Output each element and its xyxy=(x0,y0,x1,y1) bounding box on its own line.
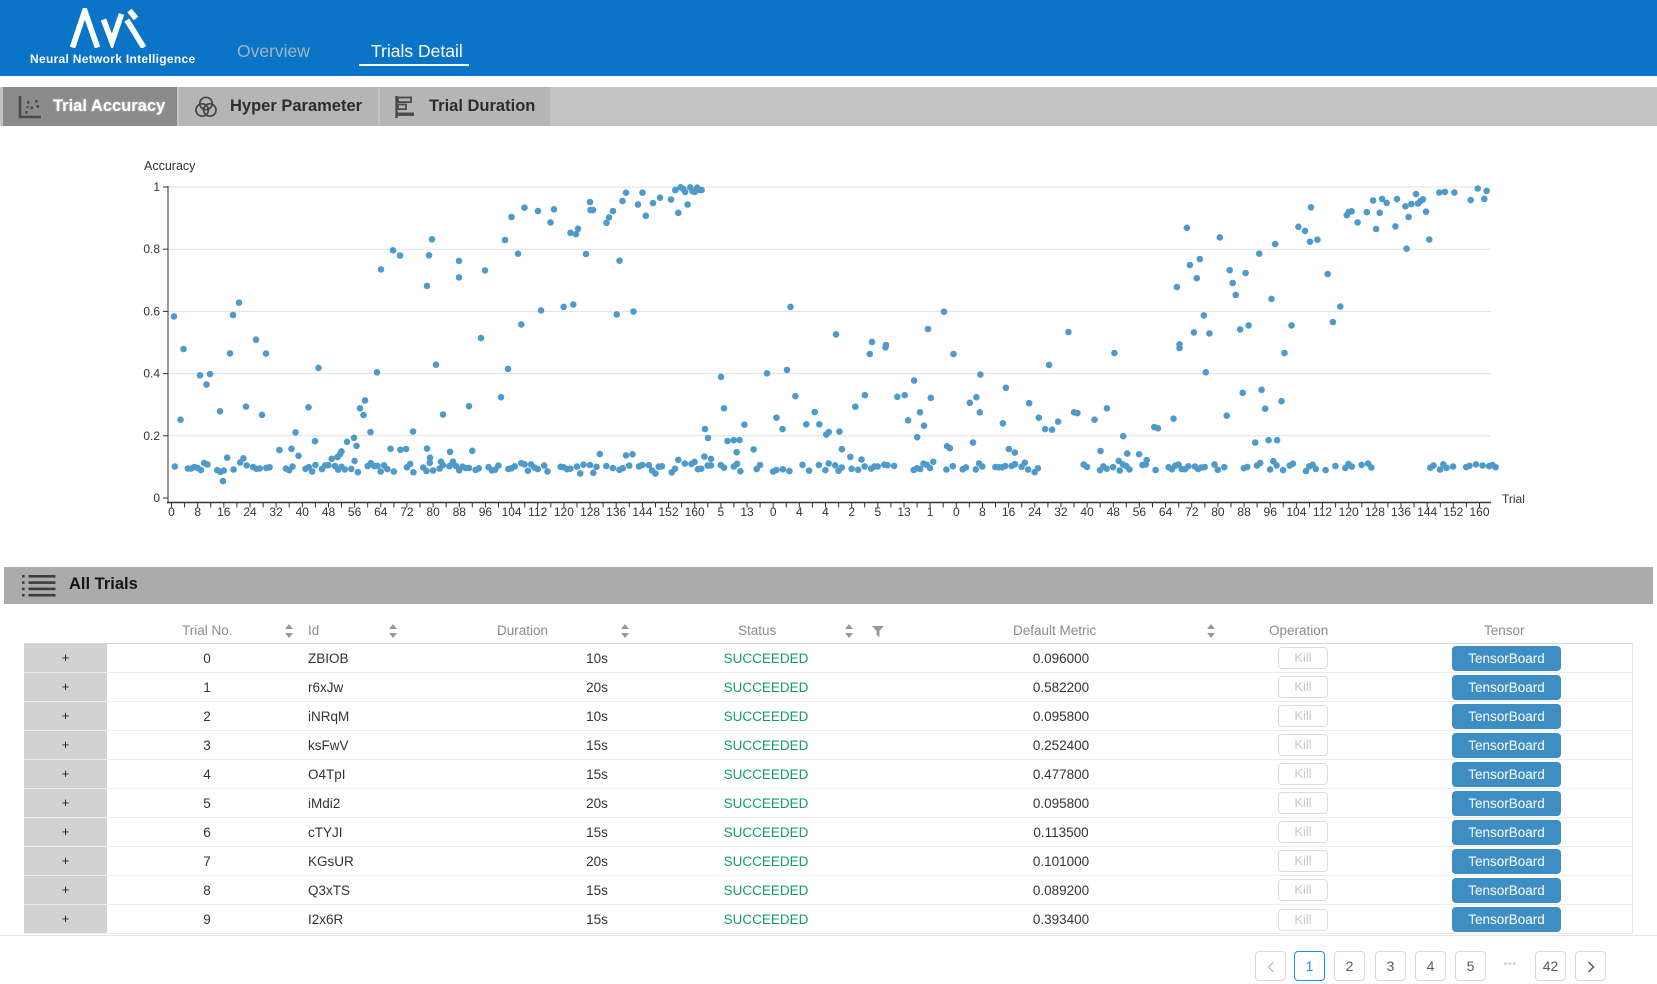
svg-text:64: 64 xyxy=(1159,505,1173,519)
svg-text:0.6: 0.6 xyxy=(143,304,160,318)
svg-text:80: 80 xyxy=(426,505,440,519)
svg-text:88: 88 xyxy=(1237,505,1251,519)
svg-text:88: 88 xyxy=(453,505,467,519)
svg-text:56: 56 xyxy=(348,505,362,519)
svg-text:96: 96 xyxy=(1264,505,1278,519)
svg-text:32: 32 xyxy=(269,505,283,519)
svg-text:4: 4 xyxy=(796,505,803,519)
svg-text:8: 8 xyxy=(979,505,986,519)
svg-text:5: 5 xyxy=(874,505,881,519)
svg-text:24: 24 xyxy=(1028,505,1042,519)
svg-text:13: 13 xyxy=(740,505,754,519)
svg-text:24: 24 xyxy=(243,505,257,519)
svg-text:16: 16 xyxy=(1002,505,1016,519)
svg-text:16: 16 xyxy=(217,505,231,519)
svg-text:80: 80 xyxy=(1211,505,1225,519)
svg-text:Trial: Trial xyxy=(1502,492,1525,506)
svg-text:4: 4 xyxy=(822,505,829,519)
svg-text:48: 48 xyxy=(322,505,336,519)
svg-text:120: 120 xyxy=(554,505,574,519)
svg-text:0.8: 0.8 xyxy=(143,242,160,256)
svg-text:0: 0 xyxy=(770,505,777,519)
svg-text:40: 40 xyxy=(1080,505,1094,519)
svg-text:120: 120 xyxy=(1339,505,1359,519)
svg-text:112: 112 xyxy=(528,505,547,519)
svg-text:13: 13 xyxy=(897,505,911,519)
svg-text:104: 104 xyxy=(1286,505,1306,519)
svg-text:136: 136 xyxy=(606,505,626,519)
svg-text:112: 112 xyxy=(1313,505,1332,519)
svg-text:48: 48 xyxy=(1107,505,1121,519)
svg-text:64: 64 xyxy=(374,505,388,519)
svg-text:152: 152 xyxy=(1443,505,1463,519)
svg-text:2: 2 xyxy=(848,505,855,519)
svg-text:8: 8 xyxy=(194,505,201,519)
svg-text:128: 128 xyxy=(1365,505,1385,519)
svg-text:1: 1 xyxy=(153,180,160,194)
svg-text:40: 40 xyxy=(296,505,310,519)
svg-text:72: 72 xyxy=(400,505,414,519)
svg-text:128: 128 xyxy=(580,505,600,519)
svg-text:0: 0 xyxy=(168,505,175,519)
svg-text:160: 160 xyxy=(1469,505,1489,519)
svg-text:160: 160 xyxy=(685,505,705,519)
svg-text:144: 144 xyxy=(632,505,652,519)
svg-text:72: 72 xyxy=(1185,505,1199,519)
svg-text:96: 96 xyxy=(479,505,493,519)
svg-text:0: 0 xyxy=(153,491,160,505)
svg-text:0.4: 0.4 xyxy=(143,367,160,381)
svg-text:0: 0 xyxy=(953,505,960,519)
svg-text:32: 32 xyxy=(1054,505,1068,519)
svg-text:5: 5 xyxy=(718,505,725,519)
svg-text:144: 144 xyxy=(1417,505,1437,519)
svg-text:1: 1 xyxy=(927,505,934,519)
svg-text:56: 56 xyxy=(1133,505,1147,519)
svg-text:152: 152 xyxy=(658,505,678,519)
svg-text:136: 136 xyxy=(1391,505,1411,519)
svg-text:Accuracy: Accuracy xyxy=(144,159,196,173)
svg-text:0.2: 0.2 xyxy=(143,429,160,443)
svg-text:104: 104 xyxy=(502,505,522,519)
